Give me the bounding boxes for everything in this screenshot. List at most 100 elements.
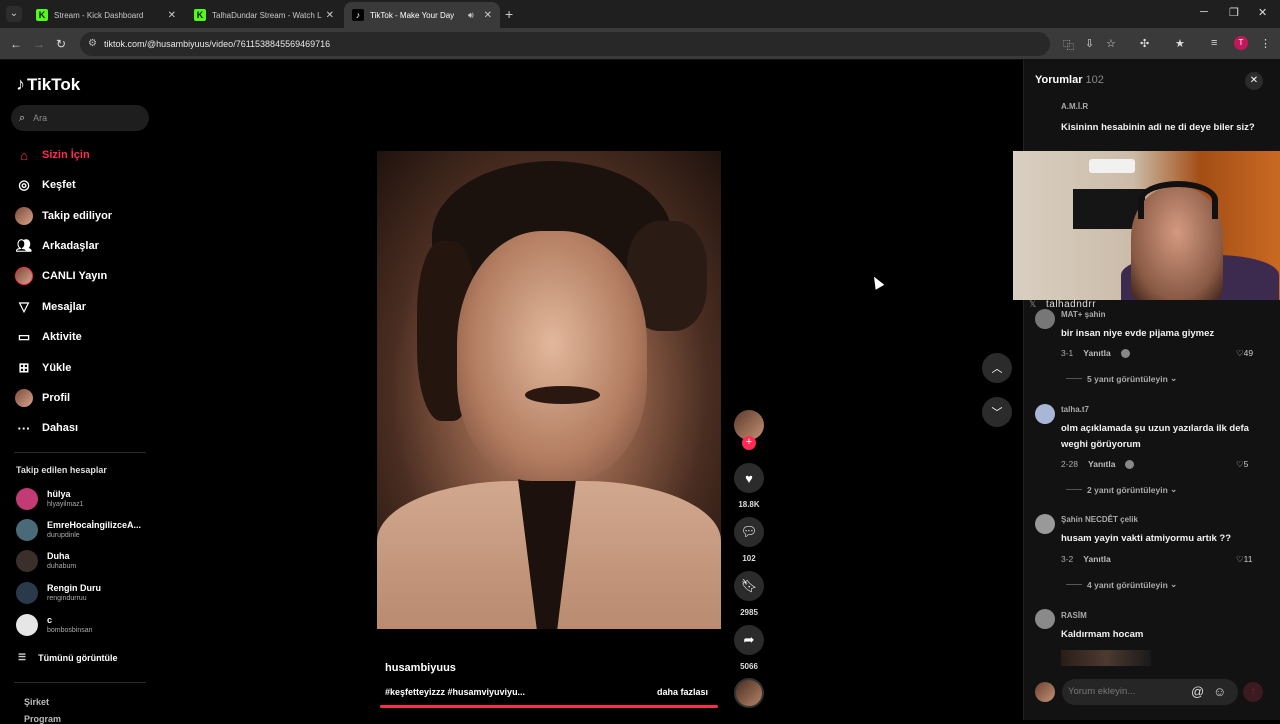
nav-profile[interactable]: Profil bbox=[15, 388, 70, 408]
following-account-item[interactable]: c bombosbinsan bbox=[16, 612, 93, 638]
browser-tab-kick-stream[interactable]: K TalhaDundar Stream - Watch Live ✕ bbox=[186, 2, 342, 28]
comment-avatar[interactable] bbox=[1035, 514, 1055, 534]
comment-username[interactable]: talha.t7 bbox=[1061, 405, 1089, 414]
comment-like-count: 5 bbox=[1243, 459, 1249, 469]
mention-icon[interactable]: @ bbox=[1191, 684, 1204, 699]
following-account-item[interactable]: Rengin Duru rengindurruu bbox=[16, 580, 101, 606]
comment-avatar[interactable] bbox=[1035, 609, 1055, 629]
reply-button[interactable]: Yanıtla bbox=[1088, 459, 1115, 469]
nav-explore[interactable]: ◎ Keşfet bbox=[15, 175, 76, 195]
comment-username[interactable]: MAT+ şahin bbox=[1061, 310, 1106, 319]
tab-close-icon[interactable]: ✕ bbox=[484, 10, 492, 21]
next-video-button[interactable]: ﹀ bbox=[982, 397, 1012, 427]
comment-input[interactable]: Yorum ekleyin... bbox=[1062, 679, 1238, 705]
reply-button[interactable]: Yanıtla bbox=[1083, 348, 1110, 358]
reply-button[interactable]: Yanıtla bbox=[1083, 554, 1110, 564]
comment-username[interactable]: RASİM bbox=[1061, 611, 1087, 620]
back-button[interactable]: ← bbox=[10, 37, 22, 51]
comment-username[interactable]: A.M.İ.R bbox=[1061, 102, 1088, 111]
comment-avatar[interactable] bbox=[1035, 404, 1055, 424]
share-button[interactable]: ➦ bbox=[734, 625, 764, 655]
following-account-item[interactable]: hülya hlyayilmaz1 bbox=[16, 486, 84, 512]
profile-avatar[interactable]: T bbox=[1234, 36, 1248, 50]
follow-plus-button[interactable]: + bbox=[742, 436, 756, 450]
video-caption[interactable]: #keşfetteyizzz #husamviyuviyu... bbox=[385, 687, 525, 697]
comment-like[interactable]: ♡49 bbox=[1236, 348, 1253, 359]
webcam-air-conditioner bbox=[1089, 159, 1135, 173]
account-name: Duha bbox=[47, 551, 70, 561]
following-account-item[interactable]: EmreHocaİngilizceA... durupdinle bbox=[16, 517, 141, 543]
tab-close-icon[interactable]: ✕ bbox=[326, 10, 334, 21]
browser-tab-tiktok[interactable]: ♪ TikTok - Make Your Day 🔊︎ ✕ bbox=[344, 2, 500, 28]
nav-label: Keşfet bbox=[42, 179, 76, 191]
comment-like[interactable]: ♡11 bbox=[1236, 554, 1252, 565]
following-accounts-title: Takip edilen hesaplar bbox=[16, 465, 107, 475]
nav-for-you[interactable]: ⌂ Sizin İçin bbox=[15, 145, 90, 165]
favorites-icon[interactable]: ★ bbox=[1175, 37, 1185, 50]
window-close-button[interactable]: ✕ bbox=[1258, 6, 1267, 19]
install-app-icon[interactable]: ⇩ bbox=[1085, 37, 1094, 50]
account-username: rengindurruu bbox=[47, 595, 87, 602]
like-button[interactable]: ♥ bbox=[734, 463, 764, 493]
video-frame-mustache bbox=[525, 386, 600, 404]
save-button[interactable]: 🔖︎ bbox=[734, 571, 764, 601]
close-comments-button[interactable]: ✕ bbox=[1245, 72, 1263, 90]
nav-live[interactable]: CANLI Yayın bbox=[15, 266, 107, 286]
comment-like[interactable]: ♡5 bbox=[1236, 459, 1248, 470]
nav-friends[interactable]: 👥︎ Arkadaşlar bbox=[15, 236, 99, 256]
following-account-item[interactable]: Duha duhabum bbox=[16, 548, 76, 574]
nav-following[interactable]: Takip ediliyor bbox=[15, 206, 112, 226]
minimize-button[interactable]: ─ bbox=[1200, 6, 1208, 18]
sound-disc-avatar[interactable] bbox=[734, 678, 764, 708]
tab-title: TalhaDundar Stream - Watch Live bbox=[212, 10, 322, 20]
comment-image-thumbnail[interactable] bbox=[1061, 650, 1151, 666]
previous-video-button[interactable]: ︿ bbox=[982, 353, 1012, 383]
comment-button[interactable]: 💬︎ bbox=[734, 517, 764, 547]
browser-menu-icon[interactable]: ⋮ bbox=[1260, 37, 1271, 50]
nav-activity[interactable]: ▭ Aktivite bbox=[15, 327, 82, 347]
url-field[interactable]: ⚙ tiktok.com/@husambiyuus/video/76115388… bbox=[80, 32, 1050, 56]
speaker-icon[interactable]: 🔊︎ bbox=[468, 10, 474, 21]
url-text: tiktok.com/@husambiyuus/video/7611538845… bbox=[104, 39, 331, 49]
see-more-button[interactable]: daha fazlası bbox=[657, 687, 708, 697]
send-comment-button[interactable]: ↑ bbox=[1243, 682, 1263, 702]
restore-button[interactable]: ❐ bbox=[1229, 6, 1239, 19]
tiktok-logo[interactable]: ♪ TikTok bbox=[16, 74, 80, 95]
bookmark-star-icon[interactable]: ☆ bbox=[1106, 37, 1116, 50]
search-input[interactable]: ⌕ Ara bbox=[11, 105, 149, 131]
video-player[interactable] bbox=[377, 151, 721, 629]
nav-more[interactable]: ··· Dahası bbox=[15, 418, 79, 438]
video-author[interactable]: husambiyuus bbox=[385, 662, 456, 674]
account-username: duhabum bbox=[47, 563, 77, 570]
browser-tab-kick-dashboard[interactable]: K Stream - Kick Dashboard ✕ bbox=[28, 2, 184, 28]
comment-meta: 3-1 Yanıtla bbox=[1061, 348, 1130, 358]
site-info-icon[interactable]: ⚙ bbox=[88, 32, 97, 56]
view-replies-button[interactable]: 2 yanıt görüntüleyin ⌄ bbox=[1066, 484, 1177, 495]
footer-company-link[interactable]: Şirket bbox=[24, 697, 49, 707]
address-toolbar: ← → ↻ ⚙ tiktok.com/@husambiyuus/video/76… bbox=[0, 28, 1280, 60]
comment-username[interactable]: Şahin NECDÊT çelik bbox=[1061, 515, 1138, 524]
emoji-icon[interactable]: ☺ bbox=[1213, 684, 1226, 699]
see-all-following-button[interactable]: ☰ Tümünü görüntüle bbox=[18, 652, 118, 663]
media-control-icon[interactable]: ≡ bbox=[1211, 37, 1217, 49]
comment-text: husam yayin vakti atmiyormu artık ?? bbox=[1061, 533, 1232, 544]
forward-button[interactable]: → bbox=[33, 37, 45, 51]
new-tab-button[interactable]: + bbox=[505, 6, 513, 22]
nav-messages[interactable]: ▽ Mesajlar bbox=[15, 297, 86, 317]
comment-meta: 2-28 Yanıtla bbox=[1061, 459, 1135, 469]
close-icon: ✕ bbox=[1249, 75, 1259, 86]
tab-search-menu-button[interactable]: ⌄ bbox=[6, 6, 22, 22]
view-replies-button[interactable]: 5 yanıt görüntüleyin ⌄ bbox=[1066, 373, 1177, 384]
reload-button[interactable]: ↻ bbox=[56, 37, 66, 51]
comment-avatar[interactable] bbox=[1035, 309, 1055, 329]
video-progress-bar[interactable] bbox=[380, 705, 718, 708]
translate-icon[interactable]: ⿻ bbox=[1063, 37, 1074, 53]
extensions-icon[interactable]: ✣ bbox=[1140, 37, 1149, 50]
comment-text: Kaldırmam hocam bbox=[1061, 629, 1144, 640]
webcam-streamer-name: talhadndrr bbox=[1046, 299, 1097, 310]
nav-label: Yükle bbox=[42, 362, 72, 374]
view-replies-button[interactable]: 4 yanıt görüntüleyin ⌄ bbox=[1066, 579, 1177, 590]
nav-upload[interactable]: ⊞ Yükle bbox=[15, 358, 72, 378]
footer-program-link[interactable]: Program bbox=[24, 714, 61, 724]
tab-close-icon[interactable]: ✕ bbox=[168, 10, 176, 21]
